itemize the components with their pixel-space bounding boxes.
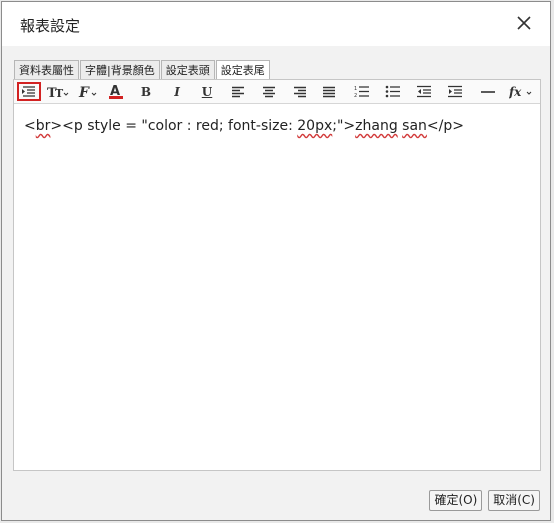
align-left-icon[interactable] xyxy=(229,82,247,101)
indent-icon[interactable] xyxy=(446,82,464,101)
align-justify-icon[interactable] xyxy=(320,82,338,101)
spellcheck-word: san xyxy=(402,118,427,134)
spellcheck-word: br xyxy=(35,118,51,134)
spellcheck-word: zhang xyxy=(355,118,398,134)
svg-text:fx: fx xyxy=(509,85,522,99)
font-family-icon[interactable]: F xyxy=(77,82,99,101)
svg-text:2: 2 xyxy=(354,93,357,98)
report-settings-dialog: 報表設定 資料表屬性 字體|背景顏色 設定表頭 設定表尾 T T F A B I… xyxy=(1,1,551,521)
underline-icon[interactable]: U xyxy=(198,82,216,101)
align-center-icon[interactable] xyxy=(260,82,278,101)
svg-text:1: 1 xyxy=(354,86,357,92)
editor-content[interactable]: <br><p style = "color : red; font-size: … xyxy=(24,118,464,134)
editor-toolbar: T T F A B I U 1 2 fx xyxy=(14,80,540,104)
italic-icon[interactable]: I xyxy=(168,82,186,101)
svg-text:F: F xyxy=(78,85,90,100)
rich-text-editor[interactable]: T T F A B I U 1 2 fx <br><p style = "col… xyxy=(13,79,541,471)
content-text: < xyxy=(24,118,36,134)
bold-icon[interactable]: B xyxy=(137,82,155,101)
font-size-icon[interactable]: T T xyxy=(46,82,70,101)
font-color-icon[interactable]: A xyxy=(106,82,126,101)
content-text: </p> xyxy=(426,118,464,134)
close-icon[interactable] xyxy=(512,11,536,35)
insert-line-break-icon[interactable] xyxy=(17,82,41,101)
unordered-list-icon[interactable] xyxy=(384,82,402,101)
dialog-buttons: 確定(O) 取消(C) xyxy=(429,490,540,511)
tab-set-footer[interactable]: 設定表尾 xyxy=(215,60,270,80)
content-text: ><p style = "color : red; font-size: xyxy=(50,118,298,134)
outdent-icon[interactable] xyxy=(415,82,433,101)
ordered-list-icon[interactable]: 1 2 xyxy=(353,82,371,101)
horizontal-rule-icon[interactable] xyxy=(479,82,497,101)
tab-table-properties[interactable]: 資料表屬性 xyxy=(14,60,79,79)
title-bar: 報表設定 xyxy=(2,2,550,46)
ok-button[interactable]: 確定(O) xyxy=(429,490,483,511)
content-text: ;"> xyxy=(332,118,356,134)
tab-bar: 資料表屬性 字體|背景顏色 設定表頭 設定表尾 xyxy=(14,60,271,80)
svg-text:T: T xyxy=(55,87,64,100)
align-right-icon[interactable] xyxy=(291,82,309,101)
function-icon[interactable]: fx xyxy=(508,82,534,101)
cancel-button[interactable]: 取消(C) xyxy=(488,490,540,511)
tab-set-header[interactable]: 設定表頭 xyxy=(160,60,215,79)
spellcheck-word: 20px xyxy=(297,118,333,134)
dialog-title: 報表設定 xyxy=(20,17,81,35)
tab-font-background-color[interactable]: 字體|背景顏色 xyxy=(80,60,160,79)
